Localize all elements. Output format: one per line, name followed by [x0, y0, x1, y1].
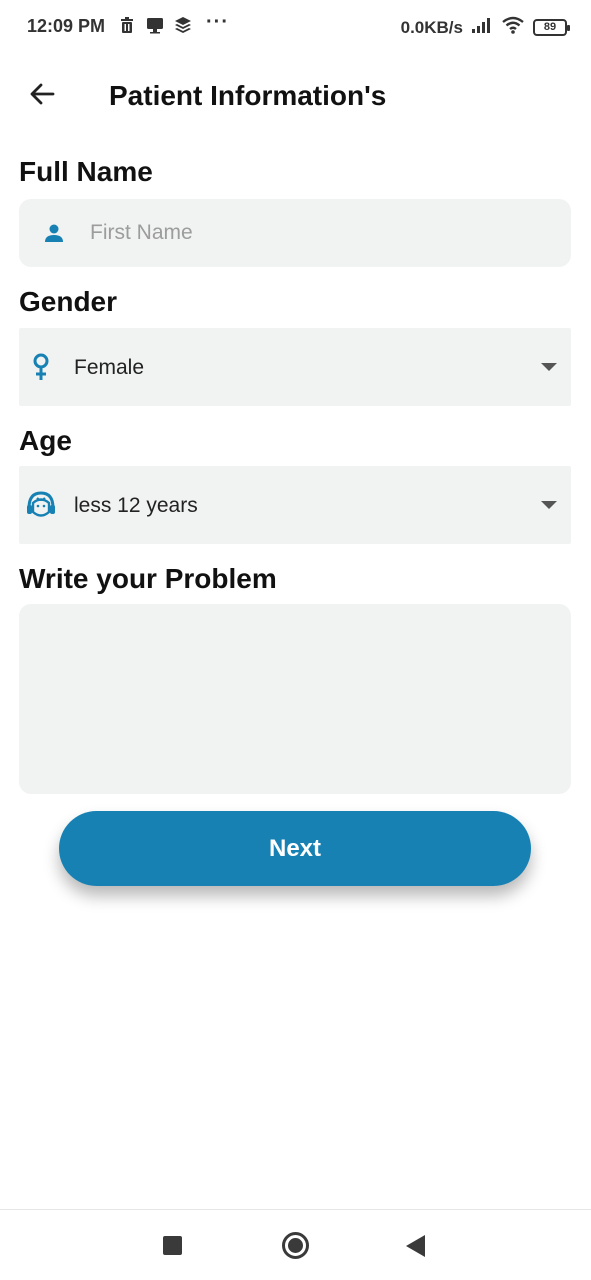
full-name-input[interactable]: First Name — [90, 221, 193, 245]
back-triangle-icon[interactable] — [406, 1235, 425, 1257]
page-title: Patient Information's — [109, 80, 387, 111]
app-bar: Patient Information's — [0, 60, 591, 132]
next-button[interactable]: Next — [59, 811, 531, 886]
status-time: 12:09 PM — [27, 16, 106, 36]
trash-icon — [118, 16, 136, 34]
full-name-label: Full Name — [19, 156, 153, 187]
home-circle-icon[interactable] — [282, 1232, 309, 1259]
age-dropdown[interactable]: less 12 years — [19, 466, 571, 544]
problem-textarea[interactable] — [19, 604, 571, 794]
gender-value: Female — [74, 356, 145, 379]
network-speed: 0.0KB/s — [400, 17, 463, 37]
chevron-down-icon — [541, 501, 557, 509]
person-icon — [41, 221, 67, 245]
age-value: less 12 years — [74, 494, 198, 517]
layers-icon — [174, 16, 192, 34]
wifi-icon — [501, 16, 525, 39]
female-icon — [29, 353, 53, 381]
child-face-icon — [24, 489, 58, 521]
problem-label: Write your Problem — [19, 563, 277, 594]
age-label: Age — [19, 425, 72, 456]
system-nav-bar — [0, 1209, 591, 1280]
gender-dropdown[interactable]: Female — [19, 328, 571, 406]
arrow-left-icon — [28, 80, 56, 113]
chevron-down-icon — [541, 363, 557, 371]
battery-icon: 89 — [533, 19, 570, 36]
signal-icon — [471, 17, 493, 38]
recents-square-icon[interactable] — [163, 1236, 182, 1255]
gallery-icon — [146, 16, 164, 34]
status-right: 0.0KB/s 89 — [400, 16, 570, 39]
status-bar: 12:09 PM ··· 0.0KB/s 89 — [0, 0, 591, 52]
next-button-label: Next — [268, 834, 322, 862]
full-name-field[interactable]: First Name — [19, 199, 571, 267]
back-button[interactable] — [20, 74, 64, 118]
status-notification-icons — [118, 16, 192, 34]
gender-label: Gender — [19, 286, 118, 317]
more-notifications-icon: ··· — [206, 11, 229, 33]
